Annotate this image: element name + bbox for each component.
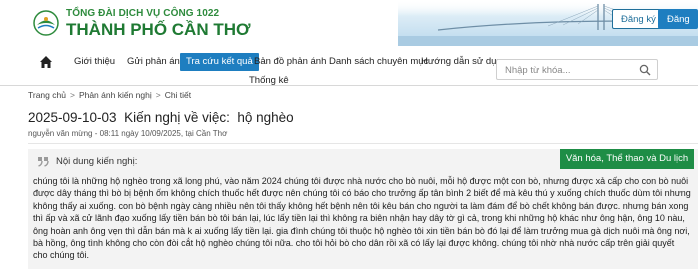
breadcrumb-phan-anh-kien-nghi[interactable]: Phản ánh kiến nghị bbox=[79, 90, 152, 100]
login-button[interactable]: Đăng bbox=[658, 9, 698, 29]
search-box bbox=[496, 59, 658, 80]
submission-meta: nguyễn văn mừng - 08:11 ngày 10/09/2025,… bbox=[28, 129, 228, 138]
breadcrumb-home[interactable]: Trang chủ bbox=[28, 90, 66, 100]
search-input[interactable] bbox=[497, 61, 632, 80]
nav-item-gioi-thieu[interactable]: Giới thiệu bbox=[74, 53, 115, 71]
brand-subtitle: TỔNG ĐÀI DỊCH VỤ CÔNG 1022 bbox=[66, 8, 220, 19]
nav-item-ban-do-phan-anh[interactable]: Bản đồ phản ánh bbox=[254, 53, 326, 71]
nav-item-danh-sach-chuyen-muc[interactable]: Danh sách chuyên mục bbox=[329, 53, 428, 71]
nav-item-tra-cuu-ket-qua[interactable]: Tra cứu kết quả bbox=[180, 53, 259, 71]
petition-content: chúng tôi là những hộ nghèo trong xã lon… bbox=[33, 176, 691, 261]
breadcrumb-current: Chi tiết bbox=[164, 90, 192, 100]
nav-item-thong-ke[interactable]: Thống kê bbox=[249, 72, 289, 90]
breadcrumb: Trang chủ > Phản ánh kiến nghị > Chi tiết bbox=[28, 90, 191, 100]
search-icon[interactable] bbox=[639, 64, 651, 76]
breadcrumb-separator: > bbox=[155, 90, 161, 100]
category-tag[interactable]: Văn hóa, Thể thao và Du lịch bbox=[560, 149, 694, 169]
city-logo-icon[interactable] bbox=[33, 10, 59, 36]
site-header: TỔNG ĐÀI DỊCH VỤ CÔNG 1022 THÀNH PHỐ CẦN… bbox=[0, 0, 698, 46]
content-label: Nội dung kiến nghị: bbox=[56, 156, 138, 167]
brand-title: THÀNH PHỐ CẦN THƠ bbox=[66, 20, 251, 39]
home-icon[interactable] bbox=[38, 54, 54, 70]
quote-icon bbox=[38, 157, 49, 167]
register-button[interactable]: Đăng ký bbox=[612, 9, 665, 29]
content-panel: Nội dung kiến nghị: Văn hóa, Thể thao và… bbox=[28, 149, 698, 269]
main-nav: Giới thiệu Gửi phản ánh Tra cứu kết quả … bbox=[0, 46, 698, 86]
breadcrumb-separator: > bbox=[69, 90, 75, 100]
brand-block[interactable]: TỔNG ĐÀI DỊCH VỤ CÔNG 1022 THÀNH PHỐ CẦN… bbox=[66, 8, 251, 39]
page-title: 2025-09-10-03 Kiến nghị về việc: hộ nghè… bbox=[28, 110, 294, 125]
nav-item-gui-phan-anh[interactable]: Gửi phản ánh bbox=[127, 53, 185, 71]
nav-item-huong-dan-su-dung[interactable]: Hướng dẫn sử dụng bbox=[421, 53, 507, 71]
divider bbox=[28, 143, 698, 144]
